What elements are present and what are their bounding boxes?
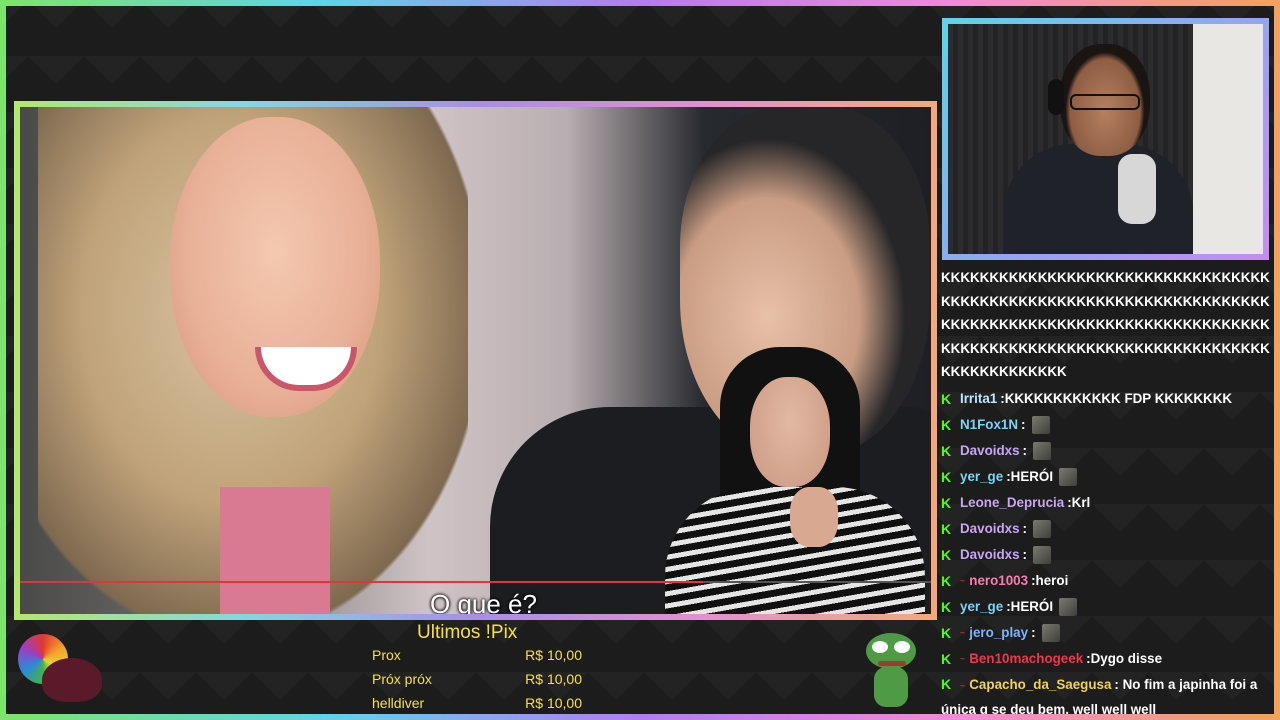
pix-entry-amount: R$ 10,00 — [525, 671, 582, 687]
chat-message: K ~ Capacho_da_Saegusa: No fim a japinha f… — [941, 672, 1271, 719]
chat-emote-icon — [1033, 519, 1052, 538]
pepe-frog-icon — [862, 633, 920, 711]
chat-emote-icon — [1059, 467, 1078, 486]
chat-message-text: KKKKKKKKKKKK FDP KKKKKKKK — [1004, 390, 1233, 406]
kick-badge-icon: K — [941, 416, 952, 433]
chat-username[interactable]: Davoidxs — [960, 438, 1020, 464]
video-progress-fill — [20, 581, 704, 583]
chat-separator: : — [1021, 416, 1026, 432]
chat-username[interactable]: N1Fox1N — [960, 412, 1018, 438]
kick-badge-icon: K — [941, 546, 952, 563]
kick-badge-icon: K — [941, 494, 952, 511]
second-streamer-hand — [790, 487, 838, 547]
chat-username[interactable]: Ben10machogeek — [969, 646, 1083, 672]
subscriber-badge-icon: ~ — [960, 680, 966, 691]
second-streamer-cam — [640, 347, 931, 614]
kick-badge-icon: K — [941, 468, 952, 485]
chat-message-list: K Irrita1: KKKKKKKKKKKK FDP KKKKKKKK K N1Fo… — [941, 386, 1271, 719]
chat-message: K ~ Ben10machogeek: Dygo disse — [941, 646, 1271, 672]
pepe-eye-right — [894, 641, 910, 653]
chat-separator: : — [1114, 676, 1123, 692]
chat-emote-icon — [1033, 441, 1052, 460]
chat-message: K ~ nero1003: heroi — [941, 568, 1271, 594]
webcam-streamer-glasses — [1070, 94, 1140, 110]
chat-username[interactable]: nero1003 — [969, 568, 1028, 594]
webcam-wall — [1193, 24, 1263, 254]
chat-message: K Davoidxs: — [941, 438, 1271, 464]
chat-message-text: HERÓI — [1010, 468, 1054, 484]
chat-message-text: HERÓI — [1010, 598, 1054, 614]
chat-separator: : — [1031, 624, 1036, 640]
chat-message-text: heroi — [1035, 572, 1069, 588]
headphones-icon — [1048, 79, 1064, 115]
video-frame: O que é? — [14, 101, 937, 620]
chat-username[interactable]: yer_ge — [960, 594, 1003, 620]
chat-separator: : — [1022, 520, 1028, 536]
chat-username[interactable]: yer_ge — [960, 464, 1003, 490]
pepe-body — [874, 667, 908, 707]
webcam-streamer-body — [1003, 144, 1193, 254]
chat-message: Kyer_ge: HERÓI — [941, 594, 1271, 620]
chat-spam-message: KKKKKKKKKKKKKKKKKKKKKKKKKKKKKKKKKKKKKKKK… — [941, 270, 1270, 379]
pepe-head — [866, 633, 916, 669]
kick-badge-icon: K — [941, 520, 952, 537]
chat-message-text: Dygo disse — [1090, 650, 1163, 666]
pepe-eye-left — [872, 641, 888, 653]
pix-entry-amount: R$ 10,00 — [525, 695, 582, 711]
chat-username[interactable]: Irrita1 — [960, 386, 997, 412]
chat-message: K N1Fox1N: — [941, 412, 1271, 438]
video-subtitle: O que é? — [430, 589, 537, 614]
kick-badge-icon: K — [941, 598, 952, 615]
chat-emote-icon — [1031, 415, 1050, 434]
chat-message-text: Krl — [1071, 494, 1091, 510]
chat-panel: KKKKKKKKKKKKKKKKKKKKKKKKKKKKKKKKKKKKKKKK… — [941, 266, 1271, 718]
pix-entry-name: helldiver — [372, 695, 425, 711]
pix-entry-amount: R$ 10,00 — [525, 647, 582, 663]
subscriber-badge-icon: ~ — [960, 627, 966, 638]
chat-username[interactable]: Leone_Deprucia — [960, 490, 1064, 516]
chat-message: Kyer_ge: HERÓI — [941, 464, 1271, 490]
kick-badge-icon: K — [941, 624, 952, 641]
microphone-icon — [1118, 154, 1156, 224]
chat-message: K Davoidxs: — [941, 516, 1271, 542]
pix-title: Ultimos !Pix — [417, 622, 518, 643]
video-progress-bar[interactable] — [20, 581, 931, 583]
chat-message: K Leone_Deprucia: Krl — [941, 490, 1271, 516]
kick-badge-icon: K — [941, 572, 952, 589]
video-player[interactable]: O que é? — [20, 107, 931, 614]
chat-message: K Davoidxs: — [941, 542, 1271, 568]
streamer-webcam-frame — [942, 18, 1269, 260]
chat-separator: : — [1022, 442, 1028, 458]
kick-badge-icon: K — [941, 675, 952, 692]
chat-username[interactable]: Davoidxs — [960, 516, 1020, 542]
chat-username[interactable]: jero_play — [969, 620, 1028, 646]
pix-entry: Prox R$ 10,00 — [372, 647, 582, 663]
chat-emote-icon — [1033, 545, 1052, 564]
video-woman-sweater — [220, 487, 330, 614]
channel-logo — [18, 628, 102, 708]
pix-entry: Próx próx R$ 10,00 — [372, 671, 582, 687]
chat-separator: : — [1022, 546, 1028, 562]
streamer-webcam — [948, 24, 1263, 254]
chat-emote-icon — [1041, 623, 1060, 642]
logo-figure-icon — [42, 658, 102, 702]
kick-badge-icon: K — [941, 390, 952, 407]
pepe-mouth — [878, 661, 906, 666]
kick-badge-icon: K — [941, 442, 952, 459]
pix-entry-name: Prox — [372, 647, 401, 663]
chat-username[interactable]: Davoidxs — [960, 542, 1020, 568]
second-streamer-face — [750, 377, 830, 487]
pix-entry: helldiver R$ 10,00 — [372, 695, 582, 711]
chat-message: K ~ jero_play: — [941, 620, 1271, 646]
subscriber-badge-icon: ~ — [960, 575, 966, 586]
chat-message: K Irrita1: KKKKKKKKKKKK FDP KKKKKKKK — [941, 386, 1271, 412]
subscriber-badge-icon: ~ — [960, 653, 966, 664]
chat-emote-icon — [1059, 597, 1078, 616]
pix-entry-name: Próx próx — [372, 671, 432, 687]
chat-username[interactable]: Capacho_da_Saegusa — [969, 677, 1111, 692]
kick-badge-icon: K — [941, 650, 952, 667]
